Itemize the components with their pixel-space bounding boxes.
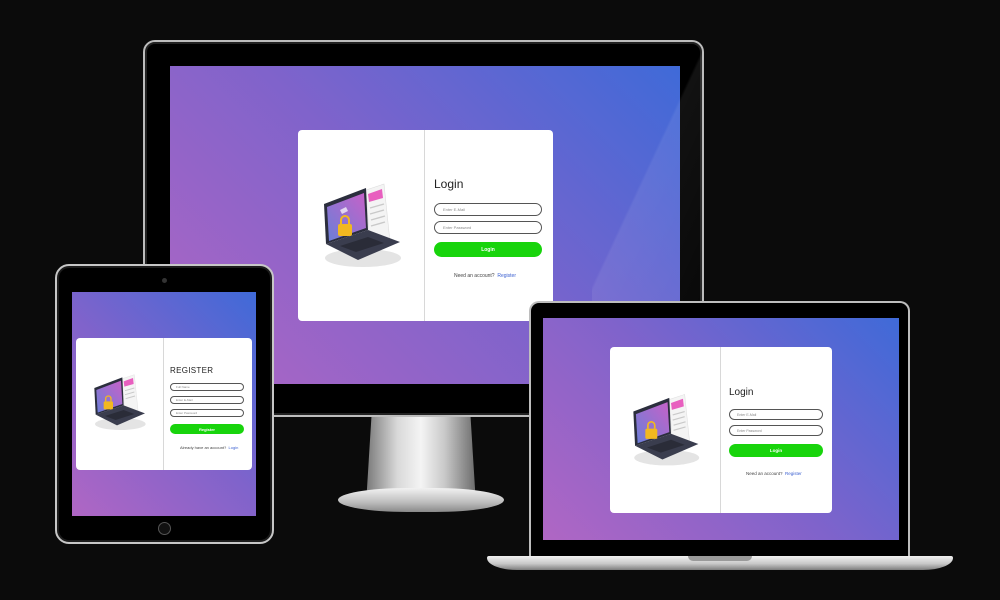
login-button[interactable]: Login: [434, 242, 542, 257]
email-placeholder: Enter E-Mail: [443, 207, 466, 212]
register-prompt-text: Need an account?: [746, 471, 783, 476]
email-field[interactable]: Enter E-Mail: [729, 409, 823, 420]
login-button-label: Login: [769, 448, 783, 453]
monitor-stand-base: [338, 488, 504, 512]
register-link[interactable]: Register: [785, 471, 802, 476]
page-title: Login: [729, 387, 754, 398]
device-mockup-scene: Login Enter E-Mail Enter Password Login …: [0, 0, 1000, 600]
login-link[interactable]: Login: [229, 445, 239, 450]
register-button-label: Register: [198, 426, 215, 432]
tablet-device: REGISTER Full Name Enter E-Mail Enter Pa…: [55, 264, 274, 544]
page-title: Login: [434, 177, 464, 191]
form-panel: REGISTER Full Name Enter E-Mail Enter Pa…: [164, 338, 252, 470]
form-panel: Login Enter E-Mail Enter Password Login …: [425, 130, 553, 321]
page-title: REGISTER: [170, 366, 214, 375]
laptop-opening-notch: [688, 556, 752, 561]
password-field[interactable]: Enter Password: [729, 425, 823, 436]
email-placeholder: Enter E-Mail: [176, 398, 193, 402]
login-button[interactable]: Login: [729, 444, 823, 457]
password-placeholder: Enter Password: [176, 411, 198, 415]
register-button[interactable]: Register: [170, 424, 244, 434]
register-prompt: Need an account? Register: [746, 471, 802, 476]
laptop-lock-illustration-icon: [324, 183, 401, 267]
register-link[interactable]: Register: [497, 273, 516, 279]
password-placeholder: Enter Password: [737, 428, 762, 433]
register-prompt-text: Need an account?: [454, 273, 495, 279]
illustration-panel: [298, 130, 425, 321]
email-field[interactable]: Enter E-Mail: [170, 396, 244, 404]
login-button-label: Login: [481, 246, 495, 253]
monitor-stand-neck: [366, 417, 476, 493]
register-prompt: Need an account? Register: [454, 273, 516, 279]
full-name-placeholder: Full Name: [176, 385, 190, 389]
password-field[interactable]: Enter Password: [170, 409, 244, 417]
password-placeholder: Enter Password: [443, 225, 472, 230]
tablet-camera: [162, 278, 167, 283]
email-placeholder: Enter E-Mail: [737, 412, 757, 417]
laptop-device: Login Enter E-Mail Enter Password Login …: [529, 301, 910, 557]
login-card: Login Enter E-Mail Enter Password Login …: [298, 130, 553, 321]
register-card: REGISTER Full Name Enter E-Mail Enter Pa…: [76, 338, 252, 470]
tablet-screen: REGISTER Full Name Enter E-Mail Enter Pa…: [72, 292, 256, 516]
email-field[interactable]: Enter E-Mail: [434, 203, 542, 216]
login-prompt: Already have an account? Login: [180, 445, 238, 450]
password-field[interactable]: Enter Password: [434, 221, 542, 234]
laptop-lock-illustration-icon: [633, 394, 700, 466]
laptop-screen: Login Enter E-Mail Enter Password Login …: [543, 318, 899, 540]
illustration-panel: [610, 347, 721, 513]
form-panel: Login Enter E-Mail Enter Password Login …: [721, 347, 832, 513]
laptop-lock-illustration-icon: [94, 374, 146, 430]
login-card: Login Enter E-Mail Enter Password Login …: [610, 347, 832, 513]
full-name-field[interactable]: Full Name: [170, 383, 244, 391]
illustration-panel: [76, 338, 164, 470]
tablet-home-button: [158, 522, 171, 535]
login-prompt-text: Already have an account?: [180, 445, 227, 450]
